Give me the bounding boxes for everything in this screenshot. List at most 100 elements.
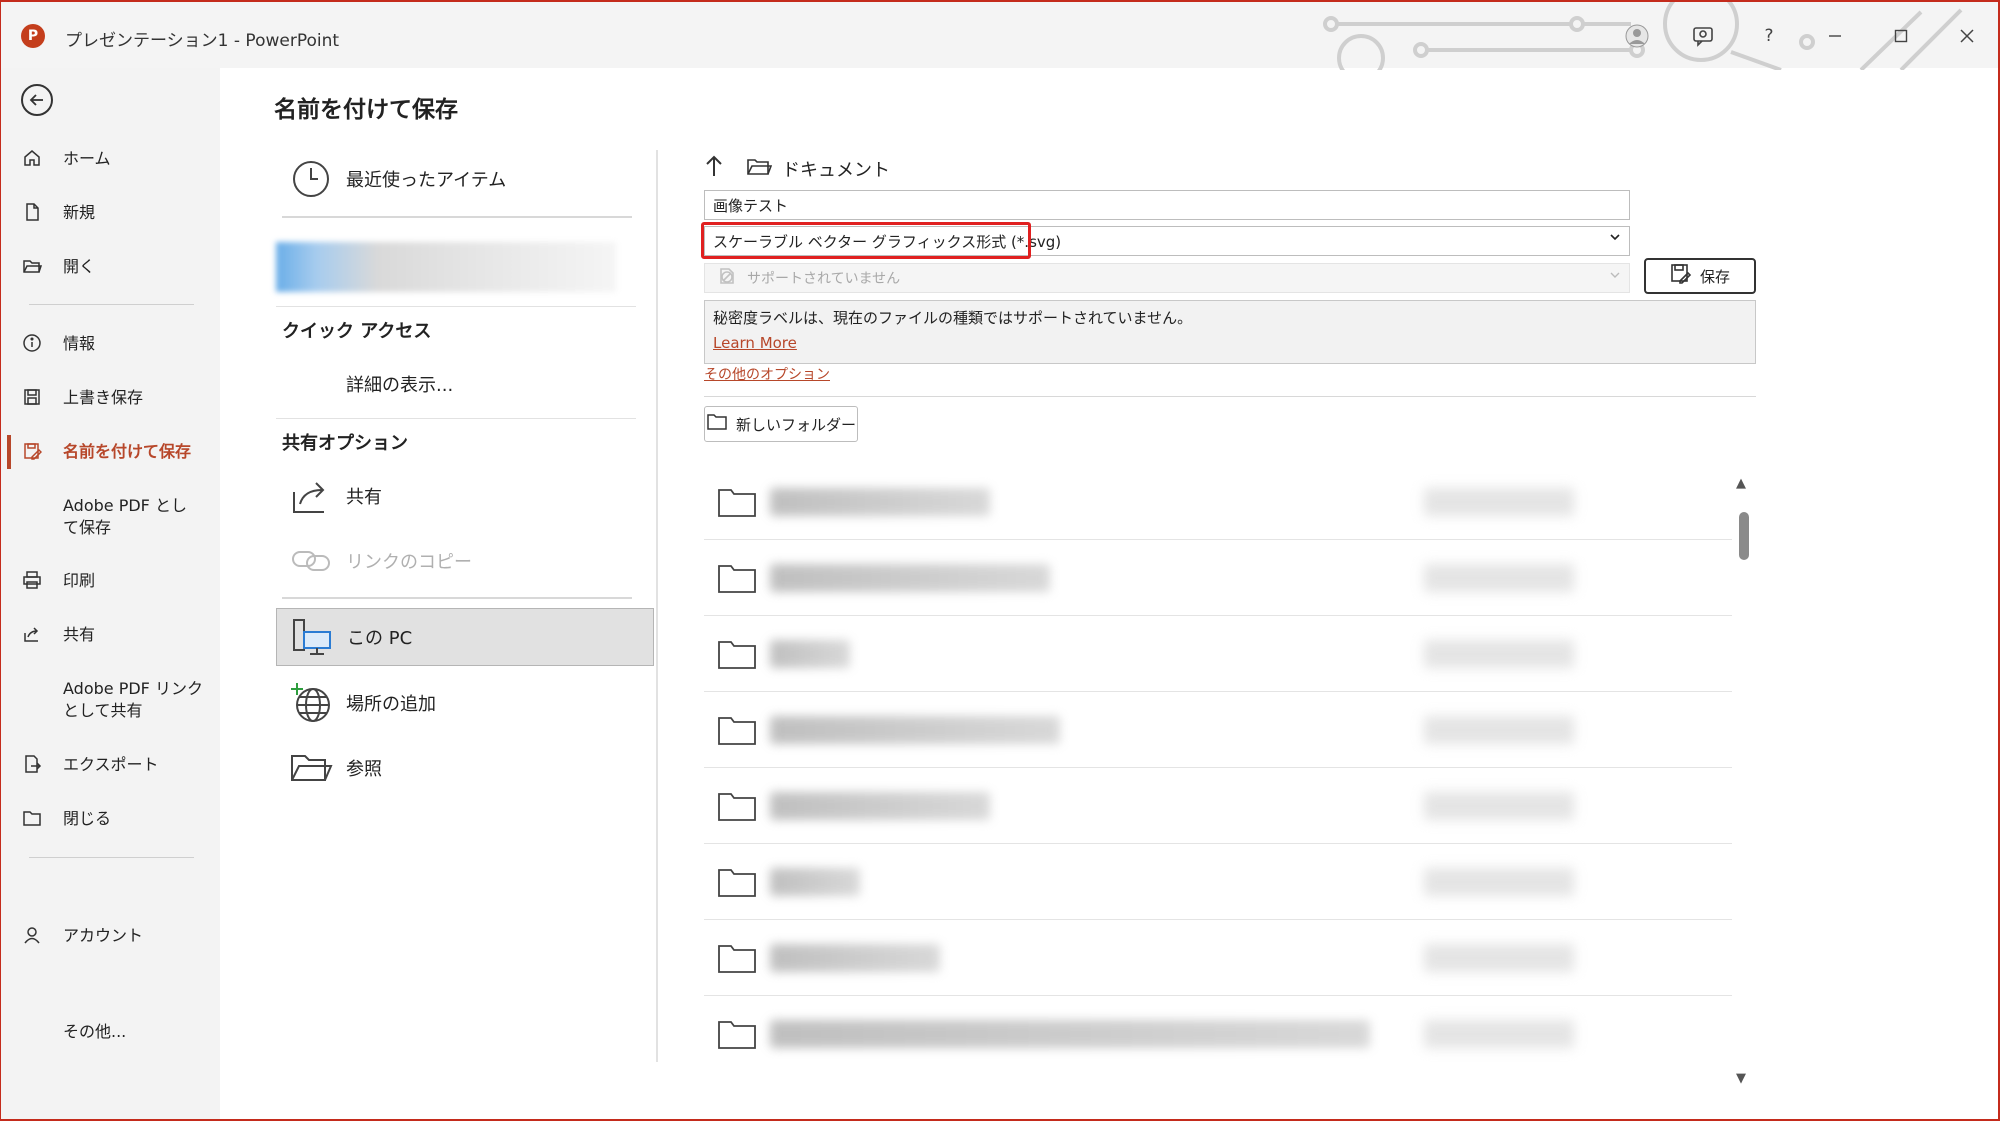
nav-label: 開く xyxy=(63,257,96,276)
folder-name-blurred xyxy=(770,791,990,820)
breadcrumb: ドキュメント xyxy=(704,154,890,184)
nav-item-save-as-adobe-pdf[interactable]: Adobe PDF として保存 xyxy=(1,495,221,539)
nav-divider xyxy=(29,304,194,305)
nav-label: その他... xyxy=(63,1022,127,1041)
nav-item-account[interactable]: アカウント xyxy=(1,925,221,950)
folder-date-blurred xyxy=(1424,944,1574,972)
new-folder-label: 新しいフォルダー xyxy=(735,415,856,434)
nav-item-home[interactable]: ホーム xyxy=(1,148,221,173)
more-options-link[interactable]: その他のオプション xyxy=(704,364,830,384)
nav-item-more[interactable]: その他... xyxy=(1,1021,221,1043)
help-icon[interactable]: ? xyxy=(1751,18,1787,54)
comments-icon[interactable] xyxy=(1685,18,1721,54)
maximize-icon[interactable] xyxy=(1883,18,1919,54)
nav-item-close[interactable]: 閉じる xyxy=(1,808,221,833)
folder-list-scrollbar[interactable]: ▲ ▼ xyxy=(1732,476,1756,1086)
save-button[interactable]: 保存 xyxy=(1644,258,1756,294)
account-avatar-icon[interactable] xyxy=(1619,18,1655,54)
folder-icon xyxy=(704,486,770,518)
chevron-down-icon xyxy=(1609,269,1621,284)
location-browse[interactable]: 参照 xyxy=(276,739,654,797)
folder-icon xyxy=(704,1018,770,1050)
recent-location-blurred[interactable] xyxy=(276,242,616,292)
folder-date-blurred xyxy=(1424,488,1574,516)
print-icon xyxy=(1,570,63,595)
folder-icon xyxy=(704,562,770,594)
new-folder-button[interactable]: 新しいフォルダー xyxy=(704,406,858,442)
scroll-thumb[interactable] xyxy=(1739,512,1749,560)
folder-name-blurred xyxy=(770,563,1050,592)
sensitivity-info-box: 秘密度ラベルは、現在のファイルの種類ではサポートされていません。 Learn M… xyxy=(704,300,1756,364)
nav-divider xyxy=(29,857,194,858)
minimize-icon[interactable] xyxy=(1817,18,1853,54)
sensitivity-select: サポートされていません xyxy=(704,263,1630,293)
folder-row[interactable] xyxy=(704,540,1732,616)
folder-icon xyxy=(704,714,770,746)
save-as-icon xyxy=(1670,263,1692,289)
folder-date-blurred xyxy=(1424,640,1574,668)
location-copy-link: リンクのコピー xyxy=(276,532,654,590)
open-folder-icon xyxy=(276,739,346,797)
folder-name-blurred xyxy=(770,1019,1370,1048)
nav-label: 閉じる xyxy=(63,809,112,828)
folder-row[interactable] xyxy=(704,768,1732,844)
sensitivity-value: サポートされていません xyxy=(747,271,901,287)
info-icon xyxy=(1,333,63,358)
back-arrow-icon[interactable] xyxy=(21,84,53,116)
show-more-link[interactable]: 詳細の表示... xyxy=(276,355,654,413)
nav-label: 新規 xyxy=(63,203,96,222)
folder-row[interactable] xyxy=(704,996,1732,1068)
folder-date-blurred xyxy=(1424,792,1574,820)
sensitivity-disabled-icon xyxy=(717,266,737,290)
location-label: リンクのコピー xyxy=(346,552,472,573)
location-label: 共有 xyxy=(346,487,382,508)
nav-item-print[interactable]: 印刷 xyxy=(1,570,221,595)
folder-row[interactable] xyxy=(704,616,1732,692)
column-divider xyxy=(656,150,658,1062)
nav-item-new[interactable]: 新規 xyxy=(1,202,221,227)
folder-row[interactable] xyxy=(704,844,1732,920)
nav-label: Adobe PDF リンクとして共有 xyxy=(63,679,203,720)
folder-name-blurred xyxy=(770,943,940,972)
location-this-pc[interactable]: この PC xyxy=(276,608,654,666)
globe-add-icon xyxy=(276,674,346,732)
folder-icon xyxy=(704,790,770,822)
nav-item-open[interactable]: 開く xyxy=(1,256,221,281)
location-recent[interactable]: 最近使ったアイテム xyxy=(276,150,654,208)
learn-more-link[interactable]: Learn More xyxy=(713,334,1747,352)
nav-label: エクスポート xyxy=(63,755,159,774)
nav-item-save-as[interactable]: 名前を付けて保存 xyxy=(1,435,221,469)
backstage-nav: ホーム 新規 開く 情報 上書き保存 名前を付けて保存 Adobe PDF とし… xyxy=(0,68,220,1121)
window-title: プレゼンテーション1 - PowerPoint xyxy=(65,31,340,51)
location-label: 詳細の表示... xyxy=(346,375,454,396)
close-icon[interactable] xyxy=(1949,18,1985,54)
up-arrow-icon[interactable] xyxy=(704,154,724,184)
nav-item-share-adobe-pdf-link[interactable]: Adobe PDF リンクとして共有 xyxy=(1,678,221,722)
file-type-highlight xyxy=(701,222,1031,259)
folder-row[interactable] xyxy=(704,920,1732,996)
current-folder[interactable]: ドキュメント xyxy=(782,156,890,182)
share-options-header: 共有オプション xyxy=(282,433,408,454)
link-icon xyxy=(276,532,346,590)
folder-row[interactable] xyxy=(704,464,1732,540)
nav-item-save[interactable]: 上書き保存 xyxy=(1,387,221,412)
location-share[interactable]: 共有 xyxy=(276,467,654,525)
nav-label: 共有 xyxy=(63,625,96,644)
scroll-up-icon[interactable]: ▲ xyxy=(1736,476,1746,491)
scroll-down-icon[interactable]: ▼ xyxy=(1736,1071,1746,1086)
location-label: 場所の追加 xyxy=(346,694,436,715)
share-icon xyxy=(1,624,63,649)
folder-row[interactable] xyxy=(704,692,1732,768)
location-divider xyxy=(282,216,632,218)
nav-item-info[interactable]: 情報 xyxy=(1,333,221,358)
location-divider xyxy=(282,597,632,599)
nav-item-export[interactable]: エクスポート xyxy=(1,754,221,779)
pane-divider xyxy=(704,396,1756,397)
nav-item-share[interactable]: 共有 xyxy=(1,624,221,649)
location-add-place[interactable]: 場所の追加 xyxy=(276,674,654,732)
nav-label: 印刷 xyxy=(63,571,96,590)
save-as-icon xyxy=(1,441,63,466)
folder-date-blurred xyxy=(1424,1020,1574,1048)
file-name-input[interactable] xyxy=(704,190,1630,220)
account-icon xyxy=(1,925,63,950)
